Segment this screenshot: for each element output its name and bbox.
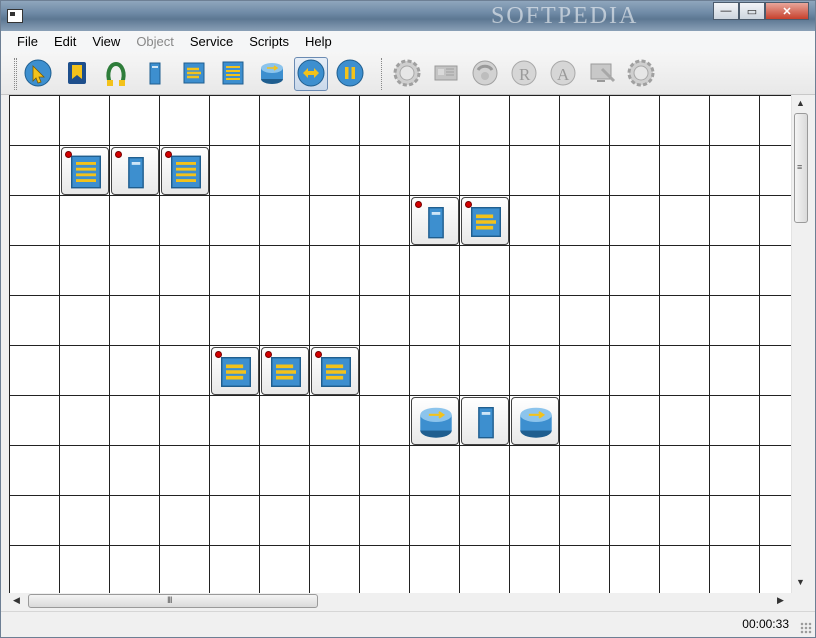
router-icon: [258, 59, 286, 90]
simulate-icon: [297, 59, 325, 90]
pause-icon: [336, 59, 364, 90]
bookmark-tool-button[interactable]: [60, 57, 94, 91]
cable-icon: [102, 59, 130, 90]
cable-tool-button[interactable]: [99, 57, 133, 91]
route-r-icon: R: [510, 59, 538, 90]
server-icon: [141, 59, 169, 90]
menu-service[interactable]: Service: [182, 34, 241, 49]
scroll-right-icon[interactable]: ▶: [777, 595, 784, 606]
switch-icon: [180, 59, 208, 90]
toolbar-grip[interactable]: [14, 58, 17, 90]
minimize-button[interactable]: —: [713, 2, 739, 20]
status-led-icon: [165, 151, 172, 158]
network-node-computer[interactable]: [461, 397, 509, 445]
toolbar-separator: [381, 58, 384, 90]
bookmark-icon: [63, 59, 91, 90]
horizontal-scrollbar[interactable]: ◀ III ▶: [9, 593, 791, 609]
close-button[interactable]: ✕: [765, 2, 809, 20]
scroll-down-icon[interactable]: ▼: [796, 577, 805, 587]
app-icon[interactable]: [7, 9, 23, 23]
horizontal-scroll-thumb[interactable]: III: [28, 594, 318, 608]
menu-bar: File Edit View Object Service Scripts Help: [1, 31, 815, 52]
window-controls: — ▭ ✕: [713, 2, 809, 20]
properties-gear-tool-button[interactable]: [624, 57, 658, 91]
hub-icon: [219, 59, 247, 90]
hub-tool-button[interactable]: [216, 57, 250, 91]
network-card-tool-button[interactable]: [429, 57, 463, 91]
status-led-icon: [465, 201, 472, 208]
watermark: SOFTPEDIA: [491, 3, 639, 29]
scroll-up-icon[interactable]: ▲: [796, 98, 805, 108]
network-canvas[interactable]: [9, 95, 791, 593]
horizontal-thumb-grip: III: [167, 595, 172, 605]
svg-text:A: A: [557, 65, 570, 84]
simulate-tool-button[interactable]: [294, 57, 328, 91]
menu-edit[interactable]: Edit: [46, 34, 84, 49]
vertical-scroll-thumb[interactable]: ≡: [794, 113, 808, 223]
menu-help[interactable]: Help: [297, 34, 340, 49]
monitor-tools-icon: [588, 59, 616, 90]
network-node-switch[interactable]: [211, 347, 259, 395]
network-card-icon: [432, 59, 460, 90]
pointer-tool-button[interactable]: [21, 57, 55, 91]
pause-tool-button[interactable]: [333, 57, 367, 91]
status-led-icon: [315, 351, 322, 358]
server-tool-button[interactable]: [138, 57, 172, 91]
network-node-switch[interactable]: [311, 347, 359, 395]
phone-icon: [471, 59, 499, 90]
vertical-thumb-grip: ≡: [797, 162, 803, 172]
status-led-icon: [265, 351, 272, 358]
status-led-icon: [65, 151, 72, 158]
status-bar: 00:00:33: [1, 611, 815, 637]
status-led-icon: [115, 151, 122, 158]
phone-tool-button[interactable]: [468, 57, 502, 91]
scroll-corner: [791, 593, 809, 609]
properties-gear-icon: [627, 59, 655, 90]
main-window: SOFTPEDIA — ▭ ✕ File Edit View Object Servic…: [0, 0, 816, 638]
toolbar: RA: [1, 52, 815, 95]
network-node-switch[interactable]: [261, 347, 309, 395]
status-led-icon: [415, 201, 422, 208]
vertical-scrollbar[interactable]: ▲ ≡ ▼: [791, 95, 809, 593]
switch-tool-button[interactable]: [177, 57, 211, 91]
arp-a-tool-button[interactable]: A: [546, 57, 580, 91]
arp-a-icon: A: [549, 59, 577, 90]
pointer-icon: [24, 59, 52, 90]
menu-view[interactable]: View: [84, 34, 128, 49]
network-node-router[interactable]: [411, 397, 459, 445]
simulation-timer: 00:00:33: [742, 617, 789, 631]
network-node-computer[interactable]: [111, 147, 159, 195]
network-node-computer[interactable]: [411, 197, 459, 245]
menu-object: Object: [136, 34, 174, 49]
menu-file[interactable]: File: [9, 34, 46, 49]
scroll-left-icon[interactable]: ◀: [13, 595, 20, 606]
network-node-hub[interactable]: [61, 147, 109, 195]
monitor-tools-tool-button[interactable]: [585, 57, 619, 91]
network-node-switch[interactable]: [461, 197, 509, 245]
route-r-tool-button[interactable]: R: [507, 57, 541, 91]
title-bar[interactable]: SOFTPEDIA — ▭ ✕: [1, 1, 815, 31]
resize-grip[interactable]: [800, 622, 812, 634]
menu-scripts[interactable]: Scripts: [241, 34, 297, 49]
settings-gear-icon: [393, 59, 421, 90]
router-tool-button[interactable]: [255, 57, 289, 91]
maximize-button[interactable]: ▭: [739, 2, 765, 20]
network-node-router[interactable]: [511, 397, 559, 445]
network-node-hub[interactable]: [161, 147, 209, 195]
svg-text:R: R: [519, 65, 531, 84]
settings-gear-tool-button[interactable]: [390, 57, 424, 91]
status-led-icon: [215, 351, 222, 358]
